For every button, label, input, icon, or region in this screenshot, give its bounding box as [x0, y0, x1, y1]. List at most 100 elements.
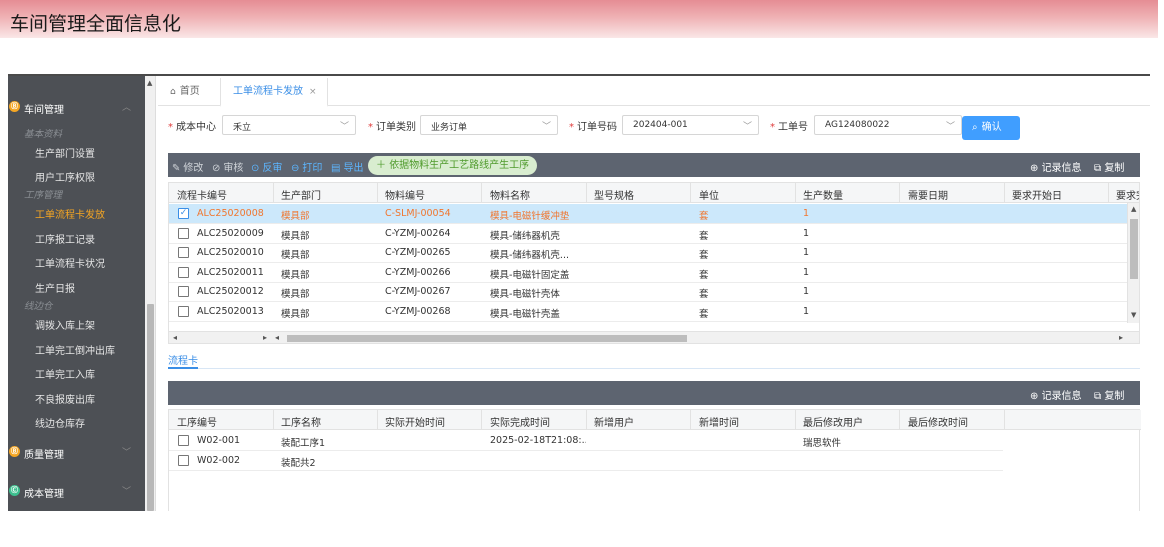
- cell-qty: 1: [803, 306, 810, 317]
- order-type-select[interactable]: 业务订单 ﹀: [420, 115, 558, 135]
- grid-toolbar: ✎ 修改 ⊘ 审核 ⊙ 反审 ⊖ 打印 ▤ 导出 ＋ 依据物料生产工艺路线产生工序 ⊕ 记…: [168, 153, 1140, 177]
- grid-horizontal-scrollbar[interactable]: ◂ ▸ ◂ ▸: [169, 331, 1139, 343]
- table-row[interactable]: ALC25020012 模具部 C-YZMJ-00267 模具-电磁针壳体 套 1: [169, 282, 1127, 303]
- col-material-name[interactable]: 物料名称: [490, 187, 530, 202]
- col-modifier[interactable]: 最后修改用户: [803, 414, 863, 429]
- col-actual-finish[interactable]: 实际完成时间: [490, 414, 550, 429]
- tab-flowcard-issue[interactable]: 工单流程卡发放 ×: [220, 78, 328, 107]
- table-row[interactable]: W02-002 装配共2: [169, 451, 1003, 471]
- sidebar-item-dept-setup[interactable]: 生产部门设置: [35, 145, 95, 160]
- sidebar-group-label: 成本管理: [24, 489, 64, 500]
- col-actual-start[interactable]: 实际开始时间: [385, 414, 445, 429]
- grid-vertical-scrollbar[interactable]: ▲ ▼: [1127, 203, 1139, 323]
- print-icon: ⊖: [291, 163, 300, 174]
- col-qty[interactable]: 生产数量: [803, 187, 843, 202]
- sidebar-group-quality[interactable]: Ⓑ 质量管理 ﹀: [8, 441, 145, 463]
- scroll-up-icon[interactable]: ▲: [147, 79, 152, 87]
- copy-button[interactable]: ⧉ 复制: [1094, 387, 1124, 402]
- row-checkbox[interactable]: [178, 435, 189, 446]
- scroll-right-icon[interactable]: ▸: [263, 333, 267, 342]
- scroll-right-icon[interactable]: ▸: [1119, 333, 1123, 342]
- record-info-button[interactable]: ⊕ 记录信息: [1030, 159, 1082, 174]
- cell-material-no: C-YZMJ-00266: [385, 266, 451, 278]
- col-end-date[interactable]: 要求完: [1116, 187, 1139, 202]
- table-row[interactable]: ALC25020013 模具部 C-YZMJ-00268 模具-电磁针壳盖 套 1: [169, 302, 1127, 322]
- cell-card-no: ALC25020009: [197, 227, 264, 239]
- generate-ops-button[interactable]: ＋ 依据物料生产工艺路线产生工序: [368, 156, 538, 175]
- row-checkbox[interactable]: [178, 306, 189, 317]
- table-row[interactable]: W02-001 装配工序1 2025-02-18T21:08:... 瑞思软件: [169, 431, 1003, 451]
- scroll-up-icon[interactable]: ▲: [1131, 205, 1136, 213]
- col-need-date[interactable]: 需要日期: [908, 187, 948, 202]
- close-icon[interactable]: ×: [309, 87, 317, 97]
- table-row[interactable]: ALC25020009 模具部 C-YZMJ-00264 模具-储纬器机壳 套 1: [169, 224, 1127, 244]
- tab-active-label: 工单流程卡发放: [233, 86, 303, 97]
- sidebar-item-lineside-stock[interactable]: 线边仓库存: [35, 415, 85, 430]
- row-checkbox[interactable]: ✓: [178, 208, 189, 219]
- row-checkbox[interactable]: [178, 454, 189, 466]
- cell-material-no: C-YZMJ-00264: [385, 227, 451, 239]
- col-created[interactable]: 新增时间: [699, 414, 739, 429]
- check-circle-icon: ⊘: [212, 163, 221, 174]
- confirm-button[interactable]: ⌕ 确认: [962, 116, 1020, 140]
- sidebar-section-basic: 基本资料: [24, 129, 63, 140]
- sidebar-item-transfer-in[interactable]: 调拨入库上架: [35, 317, 95, 332]
- col-spec[interactable]: 型号规格: [594, 187, 634, 202]
- sidebar-group-cost[interactable]: Ⓒ 成本管理 ﹀: [8, 480, 145, 502]
- scroll-left-icon[interactable]: ◂: [173, 333, 177, 342]
- print-button[interactable]: ⊖ 打印: [291, 159, 322, 174]
- cost-icon: Ⓒ: [9, 485, 20, 496]
- col-op-no[interactable]: 工序编号: [177, 414, 217, 429]
- grid-vscroll-thumb[interactable]: [1130, 219, 1138, 279]
- unaudit-button[interactable]: ⊙ 反审: [251, 159, 282, 174]
- edit-button[interactable]: ✎ 修改: [172, 159, 203, 174]
- row-checkbox[interactable]: [178, 247, 189, 259]
- order-no-select[interactable]: 202404-001 ﹀: [622, 115, 759, 135]
- export-button[interactable]: ▤ 导出: [331, 159, 363, 174]
- chevron-down-icon: ﹀: [122, 448, 132, 458]
- row-checkbox[interactable]: [178, 227, 189, 239]
- sidebar-scrollbar[interactable]: ▲: [145, 76, 156, 511]
- sidebar-scroll-thumb[interactable]: [147, 304, 154, 511]
- col-unit[interactable]: 单位: [699, 187, 719, 202]
- copy-button[interactable]: ⧉ 复制: [1094, 159, 1124, 174]
- col-material-no[interactable]: 物料编号: [385, 187, 425, 202]
- filter-label: * 订单号码: [569, 122, 617, 133]
- cell-card-no: ALC25020008: [197, 208, 264, 219]
- sidebar-item-op-report[interactable]: 工序报工记录: [35, 231, 95, 246]
- cell-material-no: C-YZMJ-00267: [385, 286, 451, 298]
- plus-icon: ＋: [376, 160, 390, 171]
- col-dept[interactable]: 生产部门: [281, 187, 321, 202]
- audit-button[interactable]: ⊘ 审核: [212, 159, 243, 174]
- copy-icon: ⧉: [1094, 391, 1105, 402]
- sidebar-item-scrap-out[interactable]: 不良报废出库: [35, 391, 95, 406]
- select-value: AG124080022: [825, 120, 890, 130]
- table-row[interactable]: ALC25020011 模具部 C-YZMJ-00266 模具-电磁针固定盖 套 1: [169, 263, 1127, 283]
- row-checkbox[interactable]: [178, 266, 189, 278]
- scroll-down-icon[interactable]: ▼: [1131, 311, 1136, 319]
- sidebar-item-flowcard-status[interactable]: 工单流程卡状况: [35, 255, 105, 270]
- scroll-left-icon[interactable]: ◂: [275, 333, 279, 342]
- col-card-no[interactable]: 流程卡编号: [177, 187, 227, 202]
- sidebar-item-flowcard-issue[interactable]: 工单流程卡发放: [35, 206, 105, 221]
- sidebar-section-lineside: 线边仓: [24, 301, 53, 312]
- tab-flowcard[interactable]: 流程卡: [168, 352, 198, 367]
- record-info-button[interactable]: ⊕ 记录信息: [1030, 387, 1082, 402]
- table-row[interactable]: ALC25020010 模具部 C-YZMJ-00265 模具-储纬器机壳... 套 1: [169, 243, 1127, 264]
- col-creator[interactable]: 新增用户: [594, 414, 634, 429]
- sidebar-item-user-op-permission[interactable]: 用户工序权限: [35, 169, 95, 184]
- sidebar-item-finished-in[interactable]: 工单完工入库: [35, 366, 95, 381]
- work-order-select[interactable]: AG124080022 ﹀: [814, 115, 962, 135]
- row-checkbox[interactable]: [178, 286, 189, 298]
- sidebar-item-backflush-out[interactable]: 工单完工倒冲出库: [35, 342, 115, 357]
- col-modified[interactable]: 最后修改时间: [908, 414, 968, 429]
- cost-center-select[interactable]: 禾立 ﹀: [222, 115, 356, 135]
- banner-title: 车间管理全面信息化: [10, 13, 182, 35]
- table-row[interactable]: ✓ ALC25020008 模具部 C-SLMJ-00054 模具-电磁针缓冲垫 套 1: [169, 204, 1127, 224]
- sidebar-group-workshop[interactable]: Ⓑ 车间管理 ︿: [8, 96, 145, 118]
- sidebar-item-daily-report[interactable]: 生产日报: [35, 280, 75, 295]
- tab-home[interactable]: ⌂ 首页: [170, 78, 220, 106]
- col-start-date[interactable]: 要求开始日: [1012, 187, 1062, 202]
- col-op-name[interactable]: 工序名称: [281, 414, 321, 429]
- grid-hscroll-thumb[interactable]: [287, 335, 687, 342]
